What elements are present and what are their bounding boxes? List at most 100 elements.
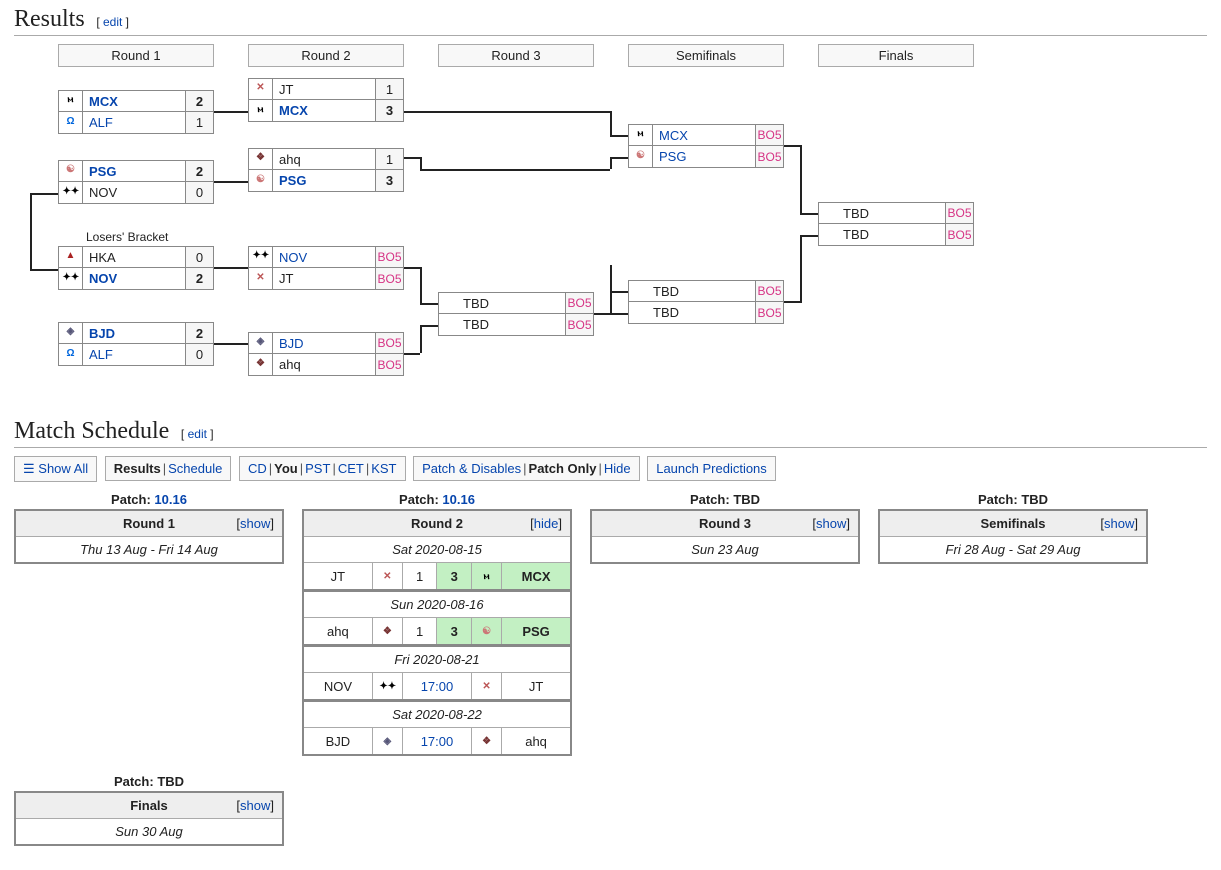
team[interactable]: ALF [83, 112, 185, 133]
ahq-icon: ❖ [253, 358, 269, 372]
team[interactable]: MCX [273, 100, 375, 121]
score2: 3 [437, 618, 472, 646]
team[interactable]: PSG [653, 146, 755, 167]
block-title: Semifinals[show] [879, 510, 1147, 537]
team[interactable]: JT [273, 79, 375, 99]
match-row[interactable]: NOV ✦✦ 17:00 ✕ JT [303, 673, 571, 701]
patch-toggle: Patch & Disables|Patch Only|Hide [413, 456, 639, 481]
round1-header: Round 1 [58, 44, 214, 67]
score: BO5 [755, 281, 783, 301]
tz-pst[interactable]: PST [305, 461, 330, 476]
finals-header: Finals [818, 44, 974, 67]
team2: MCX [502, 563, 571, 591]
mcx-icon: ⲙ [633, 128, 649, 142]
score: 0 [185, 247, 213, 267]
team[interactable]: NOV [83, 182, 185, 203]
show-all-button[interactable]: ☰ Show All [14, 456, 97, 482]
schedule-edit-link[interactable]: edit [181, 427, 214, 441]
results-edit-link[interactable]: edit [96, 15, 129, 29]
block-title: Round 1[show] [15, 510, 283, 537]
match-date: Sat 2020-08-22 [303, 701, 571, 728]
team[interactable]: JT [273, 268, 375, 289]
losers-bracket-label: Losers' Bracket [86, 230, 168, 244]
team[interactable]: PSG [273, 170, 375, 191]
team1: ahq [303, 618, 372, 646]
nov-icon: ✦✦ [63, 272, 79, 286]
timezone-toggle: CD|You|PST|CET|KST [239, 456, 406, 481]
patch-tbd: TBD [733, 492, 760, 507]
ahq-icon: ❖ [253, 152, 269, 166]
r3-match-1: TBDBO5 TBDBO5 [438, 292, 594, 336]
match-date: Fri 2020-08-21 [303, 646, 571, 673]
team: TBD [439, 314, 565, 335]
team[interactable]: NOV [83, 268, 185, 289]
team[interactable]: ahq [273, 149, 375, 169]
results-schedule-toggle: Results|Schedule [105, 456, 232, 481]
round3-header: Round 3 [438, 44, 594, 67]
tz-cd[interactable]: CD [248, 461, 267, 476]
show-toggle[interactable]: show [816, 516, 846, 531]
match-date: Sun 2020-08-16 [303, 591, 571, 618]
patch-link[interactable]: 10.16 [442, 492, 475, 507]
score: BO5 [565, 314, 593, 335]
match-row[interactable]: BJD ◈ 17:00 ❖ ahq [303, 728, 571, 756]
psg-icon: ☯ [479, 626, 495, 640]
team[interactable]: HKA [83, 247, 185, 267]
results-filter[interactable]: Results [114, 461, 161, 476]
tz-kst[interactable]: KST [371, 461, 396, 476]
patch-disables[interactable]: Patch & Disables [422, 461, 521, 476]
show-toggle[interactable]: show [1104, 516, 1134, 531]
schedule-block-round2: Patch: 10.16 Round 2[hide] Sat 2020-08-1… [302, 492, 572, 756]
mcx-icon: ⲙ [479, 571, 495, 585]
match-time[interactable]: 17:00 [402, 728, 471, 756]
patch-link[interactable]: 10.16 [154, 492, 187, 507]
team[interactable]: BJD [83, 323, 185, 343]
patch-only[interactable]: Patch Only [529, 461, 597, 476]
team[interactable]: ahq [273, 354, 375, 375]
score: 0 [185, 182, 213, 203]
hide-toggle[interactable]: hide [534, 516, 559, 531]
team2: PSG [502, 618, 571, 646]
show-toggle[interactable]: show [240, 516, 270, 531]
team: TBD [819, 203, 945, 223]
team[interactable]: BJD [273, 333, 375, 353]
score: BO5 [565, 293, 593, 313]
team[interactable]: PSG [83, 161, 185, 181]
mcx-icon: ⲙ [63, 94, 79, 108]
jt-icon: ✕ [379, 571, 395, 585]
score1: 1 [402, 618, 437, 646]
team1: NOV [303, 673, 372, 701]
r2-match-2: ❖ahq1 ☯PSG3 [248, 148, 404, 192]
r1-losers-match-1: ▲HKA0 ✦✦NOV2 [58, 246, 214, 290]
block-dates: Sun 23 Aug [591, 537, 859, 564]
schedule-grid: Patch: 10.16 Round 1[show] Thu 13 Aug - … [14, 492, 1207, 846]
team[interactable]: MCX [83, 91, 185, 111]
mcx-icon: ⲙ [253, 104, 269, 118]
alf-icon: Ω [63, 116, 79, 130]
team[interactable]: ALF [83, 344, 185, 365]
filter-bar: ☰ Show All Results|Schedule CD|You|PST|C… [14, 456, 1207, 482]
launch-predictions-button[interactable]: Launch Predictions [647, 456, 776, 481]
schedule-filter[interactable]: Schedule [168, 461, 222, 476]
match-time[interactable]: 17:00 [402, 673, 471, 701]
score: 2 [185, 323, 213, 343]
team: TBD [629, 281, 755, 301]
tz-cet[interactable]: CET [338, 461, 364, 476]
jt-icon: ✕ [479, 681, 495, 695]
match-row[interactable]: JT ✕ 1 3 ⲙ MCX [303, 563, 571, 591]
team[interactable]: MCX [653, 125, 755, 145]
score: BO5 [375, 268, 403, 289]
match-row[interactable]: ahq ❖ 1 3 ☯ PSG [303, 618, 571, 646]
tz-you[interactable]: You [274, 461, 298, 476]
ahq-icon: ❖ [379, 626, 395, 640]
alf-icon: Ω [63, 348, 79, 362]
block-dates: Fri 28 Aug - Sat 29 Aug [879, 537, 1147, 564]
score: BO5 [945, 224, 973, 245]
show-toggle[interactable]: show [240, 798, 270, 813]
patch-tbd: TBD [1021, 492, 1048, 507]
psg-icon: ☯ [253, 174, 269, 188]
team1: JT [303, 563, 372, 591]
score: BO5 [945, 203, 973, 223]
team[interactable]: NOV [273, 247, 375, 267]
hide-filter[interactable]: Hide [604, 461, 631, 476]
